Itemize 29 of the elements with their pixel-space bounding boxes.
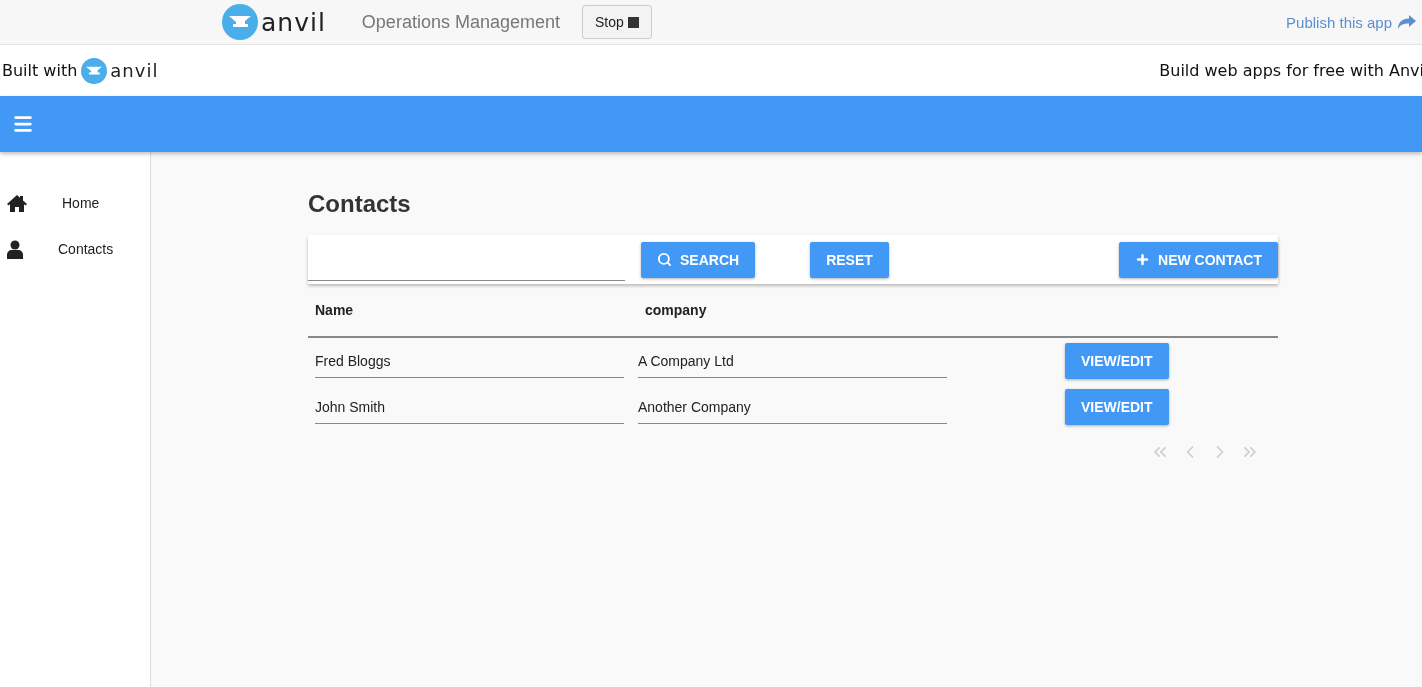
share-arrow-icon [1398,15,1416,29]
person-icon [7,239,23,259]
table-cell: John Smith [315,390,624,424]
stop-button[interactable]: Stop [582,5,652,39]
built-with-text: Built with [2,61,78,80]
search-icon [657,252,672,267]
sidebar-item[interactable]: Home [0,180,150,226]
menu-icon[interactable] [12,113,34,135]
tagline-text: Build web apps for free with Anvi [1159,61,1422,80]
publish-link[interactable]: Publish this app [1286,13,1416,31]
view-edit-button[interactable]: VIEW/EDIT [1065,389,1169,425]
anvil-logo-icon [222,4,258,40]
sidebar-item[interactable]: Contacts [0,226,150,272]
new-contact-button[interactable]: NEW CONTACT [1119,241,1278,278]
reset-button[interactable]: RESET [810,241,889,278]
view-edit-button[interactable]: VIEW/EDIT [1065,343,1169,379]
plus-icon [1135,252,1151,267]
table-cell: Fred Bloggs [315,344,624,378]
page-title: Contacts [308,190,412,218]
logo-wordmark: anvil [110,60,159,81]
anvil-logo-icon [81,57,108,84]
home-icon [7,194,27,212]
table-cell: A Company Ltd [638,344,947,378]
column-header: company [644,302,708,318]
column-header: Name [314,302,355,318]
search-button[interactable]: SEARCH [641,241,756,278]
table-cell: Another Company [638,390,947,424]
app-name: Operations Management [361,11,560,33]
logo-wordmark: anvil [261,7,326,37]
